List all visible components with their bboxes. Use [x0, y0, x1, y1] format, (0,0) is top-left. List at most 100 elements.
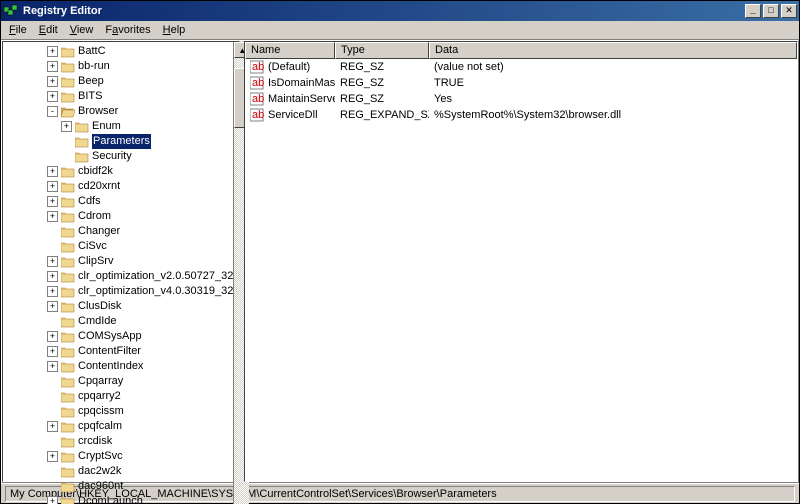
tree-item-label[interactable]: ClipSrv [78, 254, 113, 269]
tree-item-label[interactable]: CryptSvc [78, 449, 123, 464]
tree-item[interactable]: CmdIde [5, 314, 233, 329]
tree-item[interactable]: + CryptSvc [5, 449, 233, 464]
expand-toggle[interactable]: + [47, 346, 58, 357]
tree-item-label[interactable]: crcdisk [78, 434, 112, 449]
value-row[interactable]: abMaintainServerListREG_SZYes [245, 91, 797, 107]
tree-item-label[interactable]: clr_optimization_v4.0.30319_32 [78, 284, 233, 299]
menu-edit[interactable]: Edit [33, 22, 64, 38]
tree-item[interactable]: + COMSysApp [5, 329, 233, 344]
tree-item-label[interactable]: dac960nt [78, 479, 123, 494]
expand-toggle[interactable]: + [47, 421, 58, 432]
tree-item-label[interactable]: Changer [78, 224, 120, 239]
tree-item-label[interactable]: cbidf2k [78, 164, 113, 179]
value-row[interactable]: abIsDomainMasterREG_SZTRUE [245, 75, 797, 91]
tree-item[interactable]: + DcomLaunch [5, 494, 233, 504]
tree-item[interactable]: + ContentFilter [5, 344, 233, 359]
tree-item-label[interactable]: ClusDisk [78, 299, 121, 314]
tree-item[interactable]: cpqarry2 [5, 389, 233, 404]
tree-item[interactable]: + clr_optimization_v4.0.30319_32 [5, 284, 233, 299]
column-data[interactable]: Data [429, 42, 797, 59]
tree-item-label[interactable]: Parameters [92, 134, 151, 149]
expand-toggle[interactable]: + [47, 271, 58, 282]
tree-item[interactable]: Parameters [5, 134, 233, 149]
tree-item-label[interactable]: bb-run [78, 59, 110, 74]
expand-toggle[interactable]: + [47, 286, 58, 297]
tree-item[interactable]: + ClipSrv [5, 254, 233, 269]
expand-toggle[interactable]: + [47, 76, 58, 87]
tree-item-label[interactable]: Cdrom [78, 209, 111, 224]
expand-toggle[interactable]: + [47, 301, 58, 312]
expand-toggle[interactable]: + [47, 91, 58, 102]
expand-toggle[interactable]: + [47, 451, 58, 462]
tree-item[interactable]: + BITS [5, 89, 233, 104]
expand-toggle[interactable]: - [47, 106, 58, 117]
tree-item[interactable]: crcdisk [5, 434, 233, 449]
tree-item-label[interactable]: Cpqarray [78, 374, 123, 389]
tree-item[interactable]: + Beep [5, 74, 233, 89]
tree-item-label[interactable]: Cdfs [78, 194, 101, 209]
expand-toggle[interactable]: + [61, 121, 72, 132]
column-type[interactable]: Type [335, 42, 429, 59]
tree-item[interactable]: + clr_optimization_v2.0.50727_32 [5, 269, 233, 284]
tree-item-label[interactable]: ContentIndex [78, 359, 143, 374]
tree-item-label[interactable]: CiSvc [78, 239, 107, 254]
value-list[interactable]: ab(Default)REG_SZ(value not set)abIsDoma… [245, 59, 797, 481]
column-name[interactable]: Name [245, 42, 335, 59]
value-row[interactable]: abServiceDllREG_EXPAND_SZ%SystemRoot%\Sy… [245, 107, 797, 123]
tree-item-label[interactable]: BattC [78, 44, 106, 59]
tree-item[interactable]: + BattC [5, 44, 233, 59]
titlebar[interactable]: Registry Editor _ □ ✕ [1, 1, 799, 21]
tree-item-label[interactable]: dac2w2k [78, 464, 121, 479]
expand-toggle[interactable]: + [47, 256, 58, 267]
expand-toggle[interactable]: + [47, 46, 58, 57]
tree-item[interactable]: + Enum [5, 119, 233, 134]
tree-item[interactable]: Cpqarray [5, 374, 233, 389]
tree-item[interactable]: dac2w2k [5, 464, 233, 479]
tree-item[interactable]: CiSvc [5, 239, 233, 254]
tree-item-label[interactable]: cd20xrnt [78, 179, 120, 194]
tree-item-label[interactable]: CmdIde [78, 314, 117, 329]
tree-item[interactable]: + bb-run [5, 59, 233, 74]
expand-toggle[interactable]: + [47, 181, 58, 192]
tree-item-label[interactable]: DcomLaunch [78, 494, 143, 504]
tree-item-label[interactable]: cpqfcalm [78, 419, 122, 434]
tree-item[interactable]: + Cdfs [5, 194, 233, 209]
expand-toggle[interactable]: + [47, 211, 58, 222]
tree-item-label[interactable]: Security [92, 149, 132, 164]
key-tree[interactable]: + BattC + bb-run + Beep + BITS - Browser + EnumPara… [3, 42, 233, 504]
value-row[interactable]: ab(Default)REG_SZ(value not set) [245, 59, 797, 75]
menu-file[interactable]: File [3, 22, 33, 38]
expand-toggle[interactable]: + [47, 61, 58, 72]
tree-item[interactable]: + ClusDisk [5, 299, 233, 314]
close-button[interactable]: ✕ [781, 4, 797, 18]
tree-item-label[interactable]: COMSysApp [78, 329, 142, 344]
menu-view[interactable]: View [64, 22, 100, 38]
tree-item-label[interactable]: cpqcissm [78, 404, 124, 419]
tree-item[interactable]: dac960nt [5, 479, 233, 494]
tree-item-label[interactable]: ContentFilter [78, 344, 141, 359]
expand-toggle[interactable]: + [47, 331, 58, 342]
tree-item[interactable]: + ContentIndex [5, 359, 233, 374]
tree-item[interactable]: - Browser [5, 104, 233, 119]
expand-toggle[interactable]: + [47, 196, 58, 207]
expand-toggle[interactable]: + [47, 166, 58, 177]
tree-item[interactable]: + cbidf2k [5, 164, 233, 179]
tree-item-label[interactable]: BITS [78, 89, 102, 104]
menu-help[interactable]: Help [157, 22, 192, 38]
expand-toggle[interactable]: + [47, 361, 58, 372]
maximize-button[interactable]: □ [763, 4, 779, 18]
tree-item-label[interactable]: Enum [92, 119, 121, 134]
tree-item[interactable]: Security [5, 149, 233, 164]
tree-item[interactable]: cpqcissm [5, 404, 233, 419]
tree-item[interactable]: + cpqfcalm [5, 419, 233, 434]
tree-item[interactable]: + cd20xrnt [5, 179, 233, 194]
minimize-button[interactable]: _ [745, 4, 761, 18]
tree-item-label[interactable]: clr_optimization_v2.0.50727_32 [78, 269, 233, 284]
expand-toggle[interactable]: + [47, 496, 58, 504]
tree-item[interactable]: + Cdrom [5, 209, 233, 224]
tree-item-label[interactable]: cpqarry2 [78, 389, 121, 404]
tree-item-label[interactable]: Beep [78, 74, 104, 89]
menu-favorites[interactable]: Favorites [99, 22, 156, 38]
tree-item-label[interactable]: Browser [78, 104, 118, 119]
tree-item[interactable]: Changer [5, 224, 233, 239]
